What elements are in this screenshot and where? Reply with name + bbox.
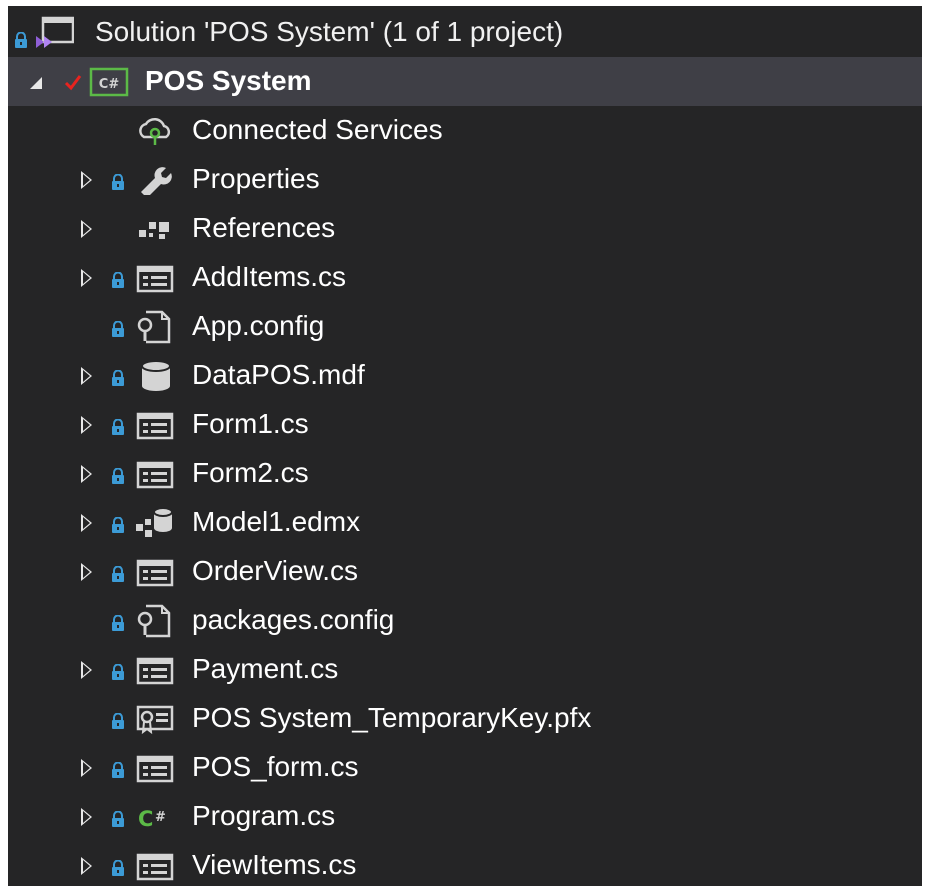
svg-text:C: C bbox=[138, 807, 153, 831]
item-label: POS System_TemporaryKey.pfx bbox=[192, 702, 592, 733]
form-icon bbox=[136, 559, 174, 592]
form-icon bbox=[136, 461, 174, 494]
project-label: POS System bbox=[145, 65, 312, 96]
tree-row-app-config[interactable]: App.config bbox=[8, 302, 922, 351]
solution-explorer: Solution 'POS System' (1 of 1 project) C… bbox=[8, 6, 922, 886]
chevron-right-icon[interactable] bbox=[81, 563, 92, 581]
lock-icon bbox=[111, 418, 125, 441]
tree-row-model1[interactable]: Model1.edmx bbox=[8, 498, 922, 547]
item-label: POS_form.cs bbox=[192, 751, 359, 782]
lock-icon bbox=[111, 467, 125, 490]
lock-icon bbox=[111, 271, 125, 294]
checkmark-icon bbox=[64, 73, 82, 96]
lock-icon bbox=[111, 810, 125, 833]
csharp-project-icon: C# bbox=[89, 67, 129, 102]
tree-row-properties[interactable]: Properties bbox=[8, 155, 922, 204]
chevron-right-icon[interactable] bbox=[81, 220, 92, 238]
item-label: References bbox=[192, 212, 336, 243]
svg-text:C#: C# bbox=[99, 77, 120, 92]
database-icon bbox=[140, 359, 172, 398]
chevron-right-icon[interactable] bbox=[81, 857, 92, 875]
tree-row-datapos[interactable]: DataPOS.mdf bbox=[8, 351, 922, 400]
tree-row-solution[interactable]: Solution 'POS System' (1 of 1 project) bbox=[8, 8, 922, 57]
lock-icon bbox=[111, 761, 125, 784]
chevron-right-icon[interactable] bbox=[81, 759, 92, 777]
solution-label: Solution 'POS System' (1 of 1 project) bbox=[95, 16, 564, 47]
chevron-right-icon[interactable] bbox=[81, 416, 92, 434]
lock-icon bbox=[111, 173, 125, 196]
tree-row-program[interactable]: C # Program.cs bbox=[8, 792, 922, 841]
chevron-right-icon[interactable] bbox=[81, 171, 92, 189]
form-icon bbox=[136, 657, 174, 690]
lock-icon bbox=[111, 712, 125, 735]
lock-icon bbox=[111, 859, 125, 882]
lock-icon bbox=[111, 320, 125, 343]
item-label: OrderView.cs bbox=[192, 555, 358, 586]
tree-row-project[interactable]: C# POS System bbox=[8, 57, 922, 106]
chevron-down-icon[interactable] bbox=[30, 77, 42, 89]
item-label: App.config bbox=[192, 310, 325, 341]
tree-row-payment[interactable]: Payment.cs bbox=[8, 645, 922, 694]
form-icon bbox=[136, 853, 174, 886]
item-label: packages.config bbox=[192, 604, 395, 635]
wrench-icon bbox=[135, 165, 175, 200]
csharp-file-icon: C # bbox=[136, 804, 174, 837]
form-icon bbox=[136, 265, 174, 298]
solution-icon bbox=[34, 16, 75, 55]
form-icon bbox=[136, 412, 174, 445]
chevron-right-icon[interactable] bbox=[81, 465, 92, 483]
chevron-right-icon[interactable] bbox=[81, 367, 92, 385]
config-file-icon bbox=[136, 604, 172, 643]
tree-row-pos-form[interactable]: POS_form.cs bbox=[8, 743, 922, 792]
item-label: AddItems.cs bbox=[192, 261, 347, 292]
connected-services-icon bbox=[135, 116, 175, 151]
tree-row-form2[interactable]: Form2.cs bbox=[8, 449, 922, 498]
item-label: Properties bbox=[192, 163, 320, 194]
tree-row-connected-services[interactable]: Connected Services bbox=[8, 106, 922, 155]
lock-icon bbox=[111, 614, 125, 637]
tree-row-form1[interactable]: Form1.cs bbox=[8, 400, 922, 449]
references-icon bbox=[135, 216, 175, 249]
lock-icon bbox=[111, 565, 125, 588]
tree-row-packages-config[interactable]: packages.config bbox=[8, 596, 922, 645]
tree-row-orderview[interactable]: OrderView.cs bbox=[8, 547, 922, 596]
tree-row-temporary-key[interactable]: POS System_TemporaryKey.pfx bbox=[8, 694, 922, 743]
svg-text:#: # bbox=[155, 810, 166, 825]
lock-icon bbox=[111, 663, 125, 686]
chevron-right-icon[interactable] bbox=[81, 269, 92, 287]
chevron-right-icon[interactable] bbox=[81, 808, 92, 826]
item-label: Form1.cs bbox=[192, 408, 309, 439]
lock-icon bbox=[111, 369, 125, 392]
item-label: DataPOS.mdf bbox=[192, 359, 365, 390]
item-label: Connected Services bbox=[192, 114, 443, 145]
lock-icon bbox=[111, 516, 125, 539]
chevron-right-icon[interactable] bbox=[81, 514, 92, 532]
tree-row-references[interactable]: References bbox=[8, 204, 922, 253]
tree-row-viewitems[interactable]: ViewItems.cs bbox=[8, 841, 922, 886]
form-icon bbox=[136, 755, 174, 788]
item-label: Payment.cs bbox=[192, 653, 339, 684]
item-label: Program.cs bbox=[192, 800, 336, 831]
certificate-icon bbox=[136, 704, 174, 741]
item-label: Form2.cs bbox=[192, 457, 309, 488]
entity-model-icon bbox=[134, 506, 174, 545]
item-label: ViewItems.cs bbox=[192, 849, 357, 880]
lock-icon bbox=[14, 31, 28, 54]
tree-row-additems[interactable]: AddItems.cs bbox=[8, 253, 922, 302]
chevron-right-icon[interactable] bbox=[81, 661, 92, 679]
config-file-icon bbox=[136, 310, 172, 349]
item-label: Model1.edmx bbox=[192, 506, 361, 537]
